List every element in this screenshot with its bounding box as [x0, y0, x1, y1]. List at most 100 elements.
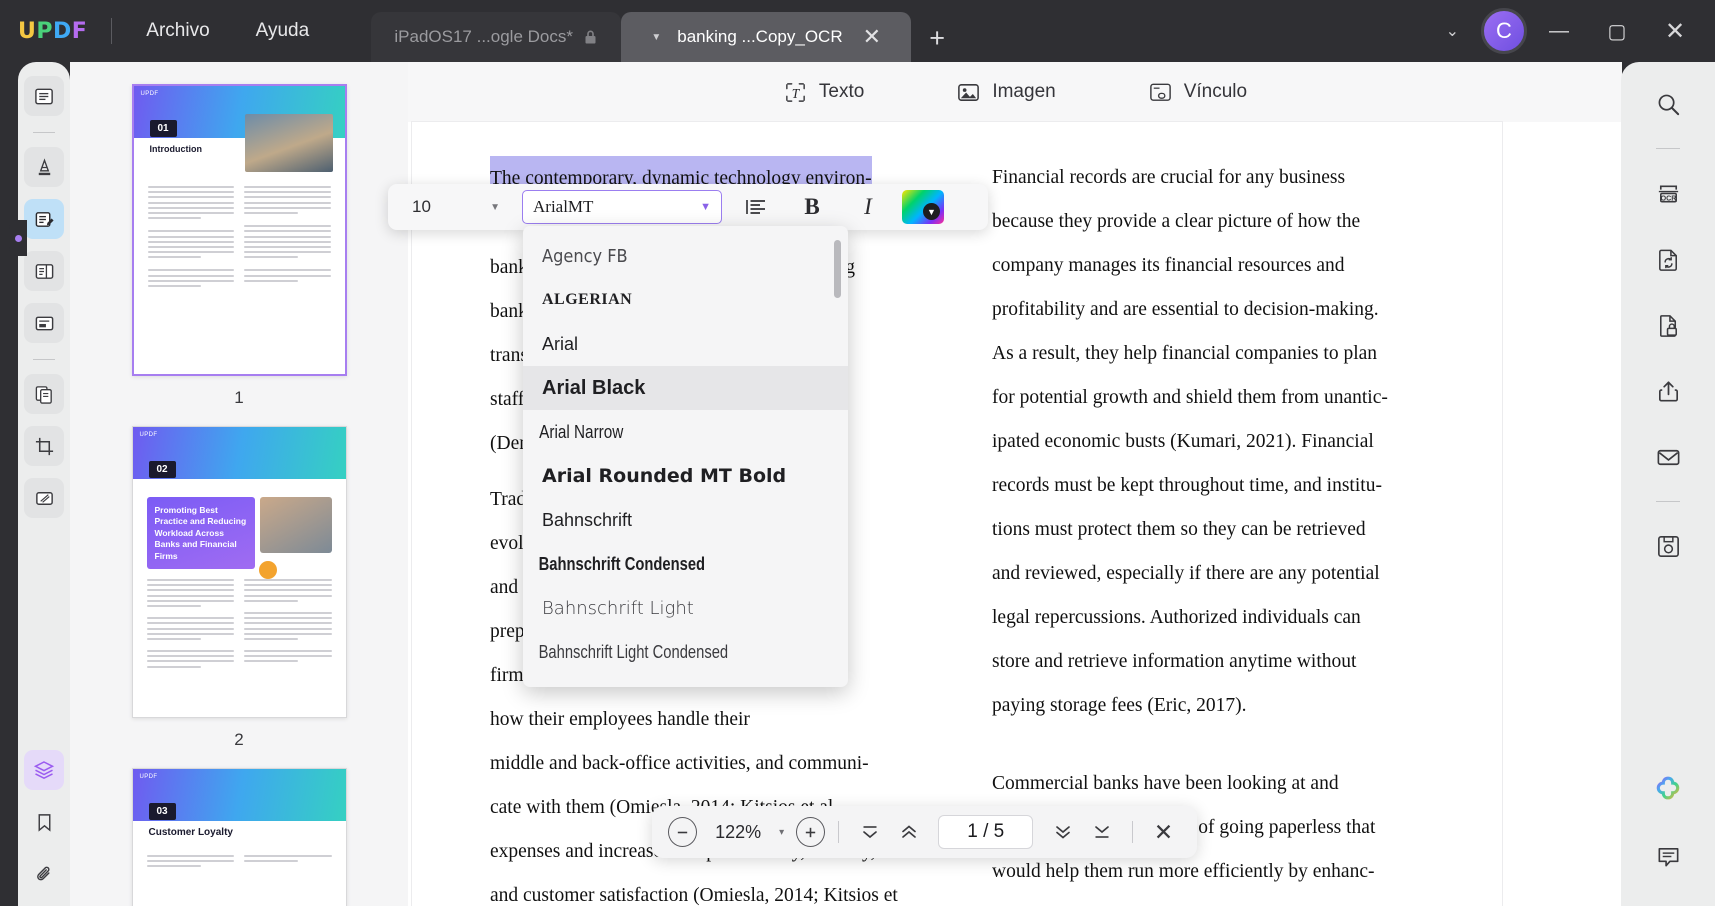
- maximize-button[interactable]: ▢: [1591, 8, 1643, 54]
- sidebar-item-crop[interactable]: [24, 426, 64, 466]
- chevron-down-icon[interactable]: ▼: [923, 203, 940, 220]
- chevron-down-icon[interactable]: ⌄: [1430, 11, 1475, 51]
- sidebar-item-form-fields[interactable]: [24, 303, 64, 343]
- sidebar-item-annotate[interactable]: [24, 147, 64, 187]
- sidebar-item-email[interactable]: [1646, 435, 1690, 479]
- sidebar-item-bookmark[interactable]: [24, 802, 64, 842]
- share-icon: [1655, 378, 1682, 405]
- tab-strip: iPadOS17 ...ogle Docs* ▼ banking ...Copy…: [371, 0, 945, 62]
- sidebar-item-save[interactable]: [1646, 524, 1690, 568]
- zoom-in-button[interactable]: [796, 817, 826, 847]
- thumb-accent-badge: [258, 561, 277, 579]
- chevron-down-icon[interactable]: ▾: [779, 827, 784, 838]
- logo-letter-d: D: [53, 18, 72, 44]
- rail-divider: [1656, 148, 1680, 149]
- thumb-title: Customer Loyalty: [148, 827, 233, 838]
- edit-tool-imagen[interactable]: Imagen: [946, 74, 1065, 111]
- thumb-photo: [259, 497, 332, 553]
- sidebar-item-protect[interactable]: [1646, 303, 1690, 347]
- edit-tool-label: Texto: [818, 81, 865, 102]
- last-page-button[interactable]: [1084, 816, 1119, 848]
- thumbnail-page-3[interactable]: UPDF 03 Customer Loyalty: [131, 768, 347, 906]
- text-line: store and retrieve information anytime w…: [992, 651, 1357, 672]
- font-color-button[interactable]: ▼: [902, 190, 944, 224]
- next-page-button[interactable]: [1045, 816, 1080, 848]
- thumbnail-item[interactable]: UPDF 02 Promoting Best Practice and Redu…: [131, 426, 347, 750]
- ai-assistant-icon: [1651, 773, 1685, 807]
- close-icon[interactable]: ✕: [863, 24, 881, 50]
- paragraph-right-1[interactable]: Financial records are crucial for any bu…: [992, 156, 1444, 728]
- ocr-icon: OCR: [1655, 180, 1682, 207]
- text-line: ing staff productivity and fostering a s…: [992, 894, 1444, 906]
- page-indicator[interactable]: 1 / 5: [938, 815, 1034, 849]
- first-page-button[interactable]: [852, 816, 887, 848]
- chevron-down-icon[interactable]: ▼: [700, 201, 711, 213]
- font-option-arial[interactable]: Arial: [523, 322, 848, 366]
- sidebar-item-convert[interactable]: [1646, 237, 1690, 281]
- sidebar-item-ocr[interactable]: OCR: [1646, 171, 1690, 215]
- bookmark-icon: [34, 812, 55, 833]
- font-option-algerian[interactable]: ALGERIAN: [523, 278, 848, 322]
- font-option-label: Bahnschrift: [542, 509, 633, 530]
- sidebar-item-attachment[interactable]: [24, 854, 64, 894]
- tab-banking-copy-ocr[interactable]: ▼ banking ...Copy_OCR ✕: [621, 12, 912, 62]
- text-line: Commercial banks have been looking at an…: [992, 773, 1339, 794]
- font-size-select[interactable]: 10 ▼: [400, 191, 512, 223]
- thumbnail-item[interactable]: UPDF 01 Introduction 1: [131, 84, 347, 408]
- font-option-label: Arial Black: [542, 376, 646, 399]
- close-window-button[interactable]: ✕: [1649, 8, 1701, 54]
- thumb-brand: UPDF: [140, 91, 159, 97]
- edit-tool-vinculo[interactable]: Vínculo: [1138, 74, 1257, 111]
- font-option-bahnschrift-light-condensed[interactable]: Bahnschrift Light Condensed: [523, 630, 790, 674]
- tab-ipados17[interactable]: iPadOS17 ...ogle Docs*: [371, 12, 622, 62]
- thumbnail-item[interactable]: UPDF 03 Customer Loyalty 3: [131, 768, 347, 906]
- font-option-bahnschrift-condensed[interactable]: Bahnschrift Condensed: [523, 542, 790, 586]
- chevron-down-icon[interactable]: ▼: [490, 202, 500, 213]
- new-tab-button[interactable]: +: [929, 23, 945, 54]
- menu-ayuda[interactable]: Ayuda: [242, 14, 324, 48]
- edit-tool-texto[interactable]: T Texto: [773, 74, 874, 111]
- minimize-button[interactable]: —: [1533, 8, 1585, 54]
- font-family-dropdown[interactable]: Agency FB ALGERIAN Arial Arial Black Ari…: [523, 226, 848, 687]
- sidebar-item-batch[interactable]: [24, 478, 64, 518]
- toolbar-divider: [838, 821, 840, 843]
- attachment-icon: [34, 864, 55, 885]
- rail-collapse-handle[interactable]: [9, 220, 27, 256]
- prev-page-button[interactable]: [891, 816, 926, 848]
- font-option-agency-fb[interactable]: Agency FB: [523, 234, 848, 278]
- font-option-bahnschrift-light[interactable]: Bahnschrift Light: [523, 586, 848, 630]
- sidebar-item-comment[interactable]: [1646, 834, 1690, 878]
- close-toolbar-button[interactable]: ✕: [1146, 816, 1181, 848]
- sidebar-item-edit-pdf[interactable]: [24, 199, 64, 239]
- font-option-bahnschrift[interactable]: Bahnschrift: [523, 498, 848, 542]
- dropdown-scrollbar[interactable]: [834, 240, 841, 298]
- font-option-arial-rounded-mt-bold[interactable]: Arial Rounded MT Bold: [523, 454, 848, 498]
- text-line: profitability and are essential to decis…: [992, 299, 1379, 320]
- italic-button[interactable]: I: [846, 190, 890, 224]
- text-icon: T: [783, 80, 808, 105]
- thumbnail-panel[interactable]: UPDF 01 Introduction 1 UPDF 02 Promoting…: [70, 62, 408, 906]
- zoom-out-button[interactable]: [668, 817, 698, 847]
- avatar[interactable]: C: [1481, 8, 1527, 54]
- sidebar-item-search[interactable]: [1646, 82, 1690, 126]
- bold-button[interactable]: B: [790, 190, 834, 224]
- sidebar-item-share[interactable]: [1646, 369, 1690, 413]
- zoom-level-value[interactable]: 122%: [707, 822, 769, 843]
- sidebar-item-layers[interactable]: [24, 750, 64, 790]
- sidebar-item-ai-assistant[interactable]: [1646, 768, 1690, 812]
- thumb-brand: UPDF: [139, 432, 158, 438]
- thumbnail-page-2[interactable]: UPDF 02 Promoting Best Practice and Redu…: [131, 426, 347, 718]
- thumbnail-page-1[interactable]: UPDF 01 Introduction: [131, 84, 347, 376]
- font-option-label: Arial: [542, 333, 579, 354]
- sidebar-item-page-organize[interactable]: [24, 251, 64, 291]
- font-option-arial-black[interactable]: Arial Black: [523, 366, 848, 410]
- font-option-arial-narrow[interactable]: Arial Narrow: [523, 410, 799, 454]
- align-button[interactable]: [734, 190, 778, 224]
- menu-archivo[interactable]: Archivo: [132, 14, 223, 48]
- chevron-down-icon[interactable]: ▼: [651, 32, 661, 43]
- sidebar-item-copy-page[interactable]: [24, 374, 64, 414]
- text-line: records must be kept throughout time, an…: [992, 475, 1382, 496]
- font-family-select[interactable]: ArialMT ▼: [522, 190, 722, 224]
- rail-divider: [33, 359, 55, 360]
- sidebar-item-reader-view[interactable]: [24, 76, 64, 116]
